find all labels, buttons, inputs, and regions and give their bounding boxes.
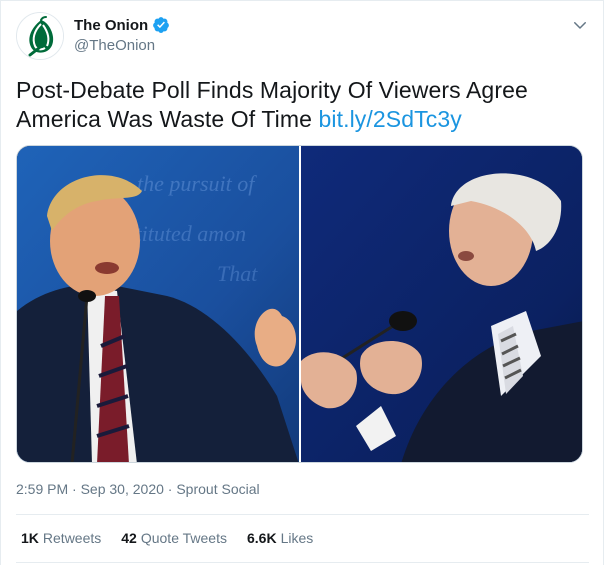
retweets-count: 1K — [21, 530, 39, 546]
retweets-label: Retweets — [42, 530, 102, 546]
divider — [16, 562, 589, 563]
tweet-meta: 2:59 PM · Sep 30, 2020 · Sprout Social — [16, 481, 260, 497]
top-divider — [1, 0, 603, 1]
media-photo-right[interactable] — [301, 146, 582, 462]
likes-stat[interactable]: 6.6K Likes — [247, 530, 313, 546]
verified-badge-icon — [152, 16, 170, 34]
tweet-card: The Onion @TheOnion Post-Debate Poll Fin… — [0, 0, 604, 565]
quote-tweets-count: 42 — [121, 530, 137, 546]
tweet-text: Post-Debate Poll Finds Majority Of Viewe… — [16, 76, 586, 134]
retweets-stat[interactable]: 1K Retweets — [21, 530, 101, 546]
tweet-media[interactable]: the pursuit of stituted amon That — [16, 145, 583, 463]
svg-text:the pursuit of: the pursuit of — [137, 171, 257, 196]
quote-tweets-stat[interactable]: 42 Quote Tweets — [121, 530, 227, 546]
svg-text:That: That — [217, 261, 258, 286]
likes-count: 6.6K — [246, 530, 277, 546]
svg-text:stituted amon: stituted amon — [127, 221, 246, 246]
quote-tweets-label: Quote Tweets — [140, 530, 227, 546]
meta-separator: · — [72, 481, 77, 497]
name-row: The Onion — [74, 16, 170, 34]
media-photo-left[interactable]: the pursuit of stituted amon That — [17, 146, 299, 462]
account-handle[interactable]: @TheOnion — [74, 37, 155, 54]
divider — [16, 514, 589, 515]
likes-label: Likes — [280, 530, 314, 546]
tweet-stats: 1K Retweets 42 Quote Tweets 6.6K Likes — [21, 530, 313, 546]
meta-separator: · — [167, 481, 173, 497]
tweet-time[interactable]: 2:59 PM — [16, 481, 68, 497]
tweet-source[interactable]: Sprout Social — [176, 481, 259, 497]
display-name[interactable]: The Onion — [74, 17, 148, 34]
chevron-down-icon[interactable] — [569, 14, 591, 36]
tweet-header: The Onion @TheOnion — [16, 12, 591, 60]
tweet-link[interactable]: bit.ly/2SdTc3y — [319, 106, 462, 132]
onion-logo-icon[interactable] — [16, 12, 64, 60]
tweet-date[interactable]: Sep 30, 2020 — [81, 481, 164, 497]
